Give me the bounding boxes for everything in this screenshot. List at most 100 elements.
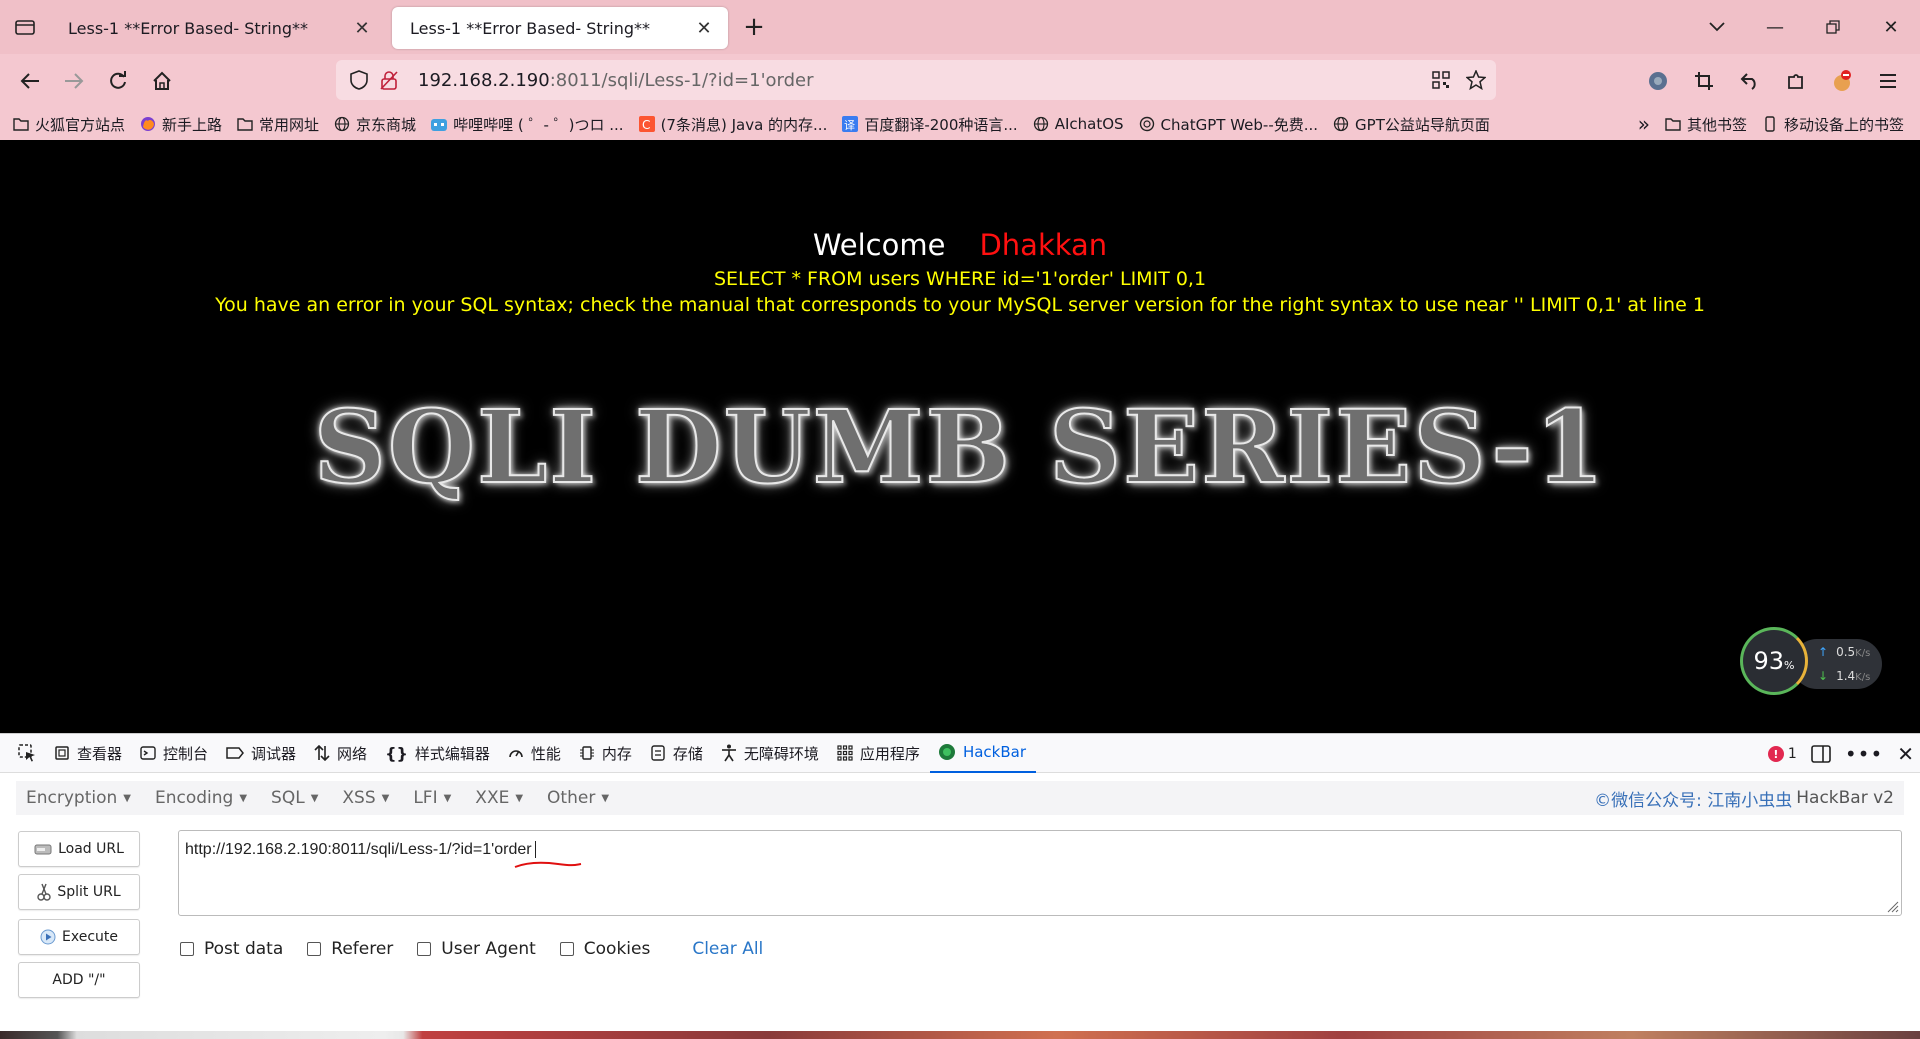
option-user-agent[interactable]: User Agent bbox=[417, 939, 536, 959]
bookmark-item[interactable]: 新手上路 bbox=[139, 114, 222, 135]
hackbar-menu-encoding[interactable]: Encoding ▼ bbox=[155, 788, 247, 808]
dock-side-icon[interactable] bbox=[1811, 745, 1831, 763]
bookmark-item[interactable]: 常用网址 bbox=[236, 114, 319, 135]
load-url-button[interactable]: Load URL bbox=[18, 831, 140, 867]
svg-text:C: C bbox=[642, 118, 650, 132]
checkbox[interactable] bbox=[307, 942, 322, 956]
menu-button[interactable] bbox=[1866, 61, 1910, 101]
upload-arrow-icon: ↑ bbox=[1818, 645, 1829, 659]
hackbar-menu-xss[interactable]: XSS ▼ bbox=[342, 788, 389, 808]
chevron-down-icon bbox=[1709, 22, 1725, 32]
other-bookmarks[interactable]: 其他书签 bbox=[1664, 114, 1747, 135]
devtools-tab-debugger[interactable]: 调试器 bbox=[218, 733, 306, 773]
bookmark-label: AIchatOS bbox=[1054, 115, 1124, 133]
tab-1[interactable]: Less-1 **Error Based- String** ✕ bbox=[50, 7, 386, 49]
list-all-tabs-button[interactable] bbox=[1688, 0, 1746, 54]
bookmark-item[interactable]: 火狐官方站点 bbox=[12, 114, 125, 135]
devtools-tab-label: 样式编辑器 bbox=[414, 744, 490, 763]
brand-link[interactable]: ©微信公众号: 江南小虫虫 bbox=[1594, 786, 1792, 811]
star-icon[interactable] bbox=[1466, 70, 1486, 90]
execute-button[interactable]: Execute bbox=[18, 919, 140, 955]
devtools-tab-accessibility[interactable]: 无障碍环境 bbox=[713, 733, 829, 773]
bookmark-label: 常用网址 bbox=[259, 115, 320, 134]
screenshot-button[interactable] bbox=[1682, 61, 1726, 101]
devtools-tab-network[interactable]: 网络 bbox=[306, 733, 377, 773]
devtools-tab-style-editor[interactable]: {} 样式编辑器 bbox=[377, 733, 500, 773]
close-devtools-icon[interactable]: ✕ bbox=[1897, 742, 1914, 766]
close-icon[interactable]: ✕ bbox=[352, 18, 372, 39]
chevron-double-right-icon[interactable]: » bbox=[1638, 112, 1650, 136]
insecure-lock-icon[interactable] bbox=[380, 70, 398, 90]
option-cookies[interactable]: Cookies bbox=[559, 939, 650, 959]
tab-title: Less-1 **Error Based- String** bbox=[68, 18, 308, 38]
devtools-tab-storage[interactable]: 存储 bbox=[642, 733, 713, 773]
back-button[interactable] bbox=[8, 61, 52, 101]
devtools-tab-memory[interactable]: 内存 bbox=[571, 733, 642, 773]
url-text[interactable]: 192.168.2.190:8011/sqli/Less-1/?id=1'ord… bbox=[418, 70, 814, 91]
hackbar-menu-sql[interactable]: SQL ▼ bbox=[271, 788, 318, 808]
play-icon bbox=[40, 929, 56, 945]
hackbar-menu-xxe[interactable]: XXE ▼ bbox=[475, 788, 523, 808]
devtools-tab-performance[interactable]: 性能 bbox=[500, 733, 571, 773]
checkbox[interactable] bbox=[559, 942, 574, 956]
extension-button[interactable] bbox=[1636, 61, 1680, 101]
option-label: User Agent bbox=[441, 939, 536, 959]
add-slash-button[interactable]: ADD "/" bbox=[18, 962, 140, 998]
address-bar[interactable]: 192.168.2.190:8011/sqli/Less-1/?id=1'ord… bbox=[336, 60, 1496, 100]
close-window-button[interactable]: ✕ bbox=[1862, 0, 1920, 54]
split-url-button[interactable]: Split URL bbox=[18, 874, 140, 910]
devtools-tab-application[interactable]: 应用程序 bbox=[829, 733, 930, 773]
extensions-button[interactable] bbox=[1774, 61, 1818, 101]
close-icon[interactable]: ✕ bbox=[694, 18, 714, 39]
error-count-badge[interactable]: ! 1 bbox=[1767, 746, 1797, 762]
bookmark-item[interactable]: 京东商城 bbox=[333, 114, 416, 135]
hackbar-menu-encryption[interactable]: Encryption ▼ bbox=[26, 788, 131, 808]
reload-button[interactable] bbox=[96, 61, 140, 101]
globe-icon bbox=[1032, 116, 1050, 132]
devtools-tab-inspector[interactable]: 查看器 bbox=[46, 733, 132, 773]
qr-code-icon[interactable] bbox=[1432, 71, 1450, 89]
bookmark-item[interactable]: GPT公益站导航页面 bbox=[1332, 114, 1490, 135]
restore-button[interactable] bbox=[1804, 0, 1862, 54]
clear-all-link[interactable]: Clear All bbox=[692, 939, 763, 959]
option-post-data[interactable]: Post data bbox=[180, 939, 283, 959]
tab-list-button[interactable] bbox=[0, 0, 50, 54]
network-speed-widget[interactable]: ↑ 0.5K/s ↓ 1.4K/s 93% bbox=[1740, 627, 1885, 699]
home-button[interactable] bbox=[140, 61, 184, 101]
checkbox[interactable] bbox=[180, 942, 194, 956]
more-options-icon[interactable]: ••• bbox=[1845, 742, 1883, 766]
devtools-tab-label: 调试器 bbox=[251, 744, 297, 763]
minimize-button[interactable]: — bbox=[1746, 0, 1804, 54]
welcome-text: Welcome bbox=[812, 228, 946, 262]
url-textarea[interactable]: http://192.168.2.190:8011/sqli/Less-1/?i… bbox=[178, 830, 1902, 916]
shield-icon[interactable] bbox=[350, 70, 368, 90]
devtools-tab-hackbar[interactable]: HackBar bbox=[929, 733, 1036, 773]
undo-button[interactable] bbox=[1728, 61, 1772, 101]
checkbox[interactable] bbox=[417, 942, 432, 956]
option-referer[interactable]: Referer bbox=[307, 939, 393, 959]
bookmark-label: 哔哩哔哩 ( ゜- ゜)つロ ... bbox=[453, 115, 624, 134]
bookmark-item[interactable]: AIchatOS bbox=[1032, 115, 1124, 133]
hackbar-menu-lfi[interactable]: LFI ▼ bbox=[413, 788, 451, 808]
forward-button[interactable] bbox=[52, 61, 96, 101]
tab-2-active[interactable]: Less-1 **Error Based- String** ✕ bbox=[392, 7, 728, 49]
element-picker-button[interactable] bbox=[10, 733, 46, 773]
bookmark-item[interactable]: 译百度翻译-200种语言... bbox=[841, 114, 1018, 135]
bookmark-item[interactable]: ChatGPT Web--免费... bbox=[1138, 114, 1318, 135]
resize-handle-icon[interactable] bbox=[1885, 899, 1899, 913]
caret-down-icon: ▼ bbox=[123, 792, 131, 804]
mobile-bookmarks[interactable]: 移动设备上的书签 bbox=[1761, 114, 1904, 135]
devtools-tab-console[interactable]: 控制台 bbox=[132, 733, 218, 773]
style-editor-icon: {} bbox=[385, 743, 408, 763]
bookmark-item[interactable]: C (7条消息) Java 的内存... bbox=[638, 114, 827, 135]
tab-title: Less-1 **Error Based- String** bbox=[410, 18, 650, 38]
url-textarea-value: http://192.168.2.190:8011/sqli/Less-1/?i… bbox=[185, 841, 532, 858]
hackbar-menu-other[interactable]: Other ▼ bbox=[547, 788, 609, 808]
taskbar-wallpaper-strip bbox=[0, 1031, 1920, 1039]
bookmark-item[interactable]: 哔哩哔哩 ( ゜- ゜)つロ ... bbox=[430, 114, 624, 135]
profile-button[interactable] bbox=[1820, 61, 1864, 101]
devtools-tab-label: 内存 bbox=[601, 744, 632, 763]
restore-icon bbox=[1826, 20, 1840, 34]
hamburger-menu-icon bbox=[1880, 74, 1896, 88]
new-tab-button[interactable]: + bbox=[734, 7, 774, 47]
